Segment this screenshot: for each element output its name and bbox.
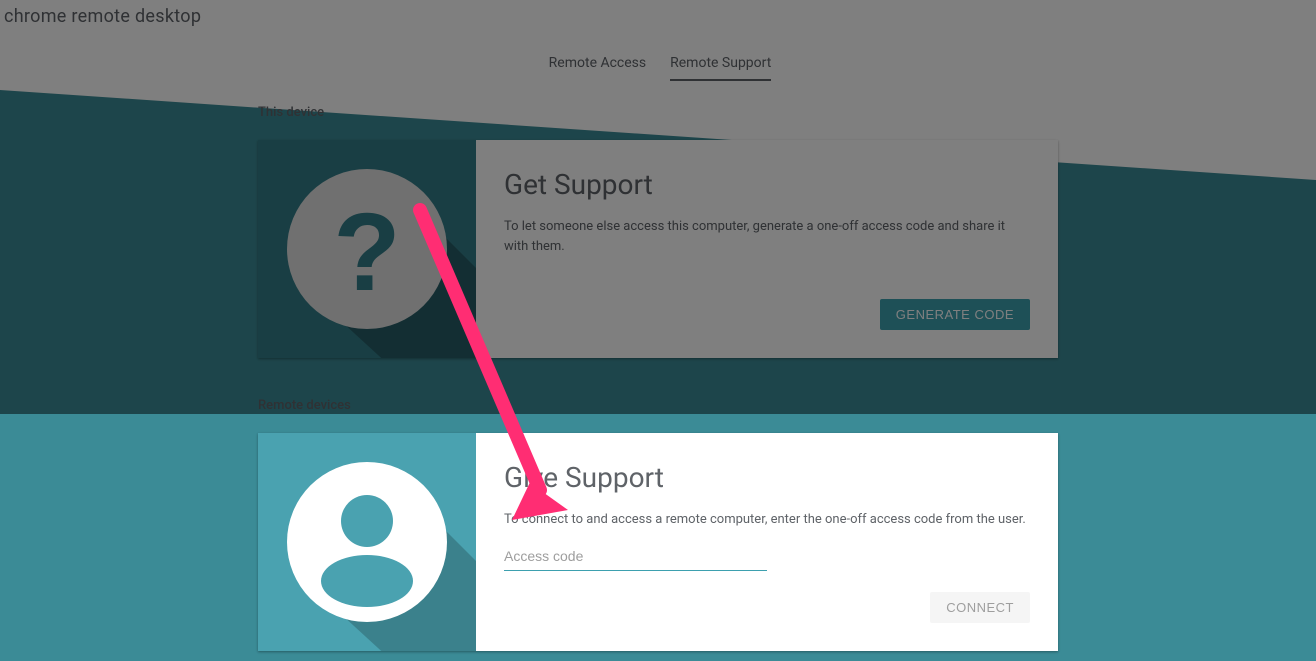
get-support-body: Get Support To let someone else access t… (476, 140, 1058, 358)
give-support-desc: To connect to and access a remote comput… (504, 510, 1030, 530)
tab-remote-access[interactable]: Remote Access (549, 47, 646, 81)
section-label-this-device: This device (258, 105, 1058, 120)
app-brand: chrome remote desktop (4, 6, 1316, 27)
section-label-remote-devices: Remote devices (258, 398, 1058, 413)
person-icon (258, 433, 476, 651)
generate-code-button[interactable]: GENERATE CODE (880, 299, 1030, 330)
give-support-card: Give Support To connect to and access a … (258, 433, 1058, 651)
get-support-card: ? Get Support To let someone else access… (258, 140, 1058, 358)
give-support-title: Give Support (504, 461, 1030, 494)
tab-remote-support[interactable]: Remote Support (670, 47, 771, 81)
main-content: This device ? Get Support To let someone… (258, 105, 1058, 651)
get-support-desc: To let someone else access this computer… (504, 217, 1030, 256)
get-support-title: Get Support (504, 168, 1030, 201)
header: chrome remote desktop Remote Access Remo… (0, 0, 1316, 81)
connect-button[interactable]: CONNECT (930, 592, 1030, 623)
access-code-input[interactable] (504, 542, 767, 571)
question-icon: ? (258, 140, 476, 358)
svg-text:?: ? (333, 191, 400, 314)
tabs: Remote Access Remote Support (4, 47, 1316, 81)
give-support-body: Give Support To connect to and access a … (476, 433, 1058, 651)
